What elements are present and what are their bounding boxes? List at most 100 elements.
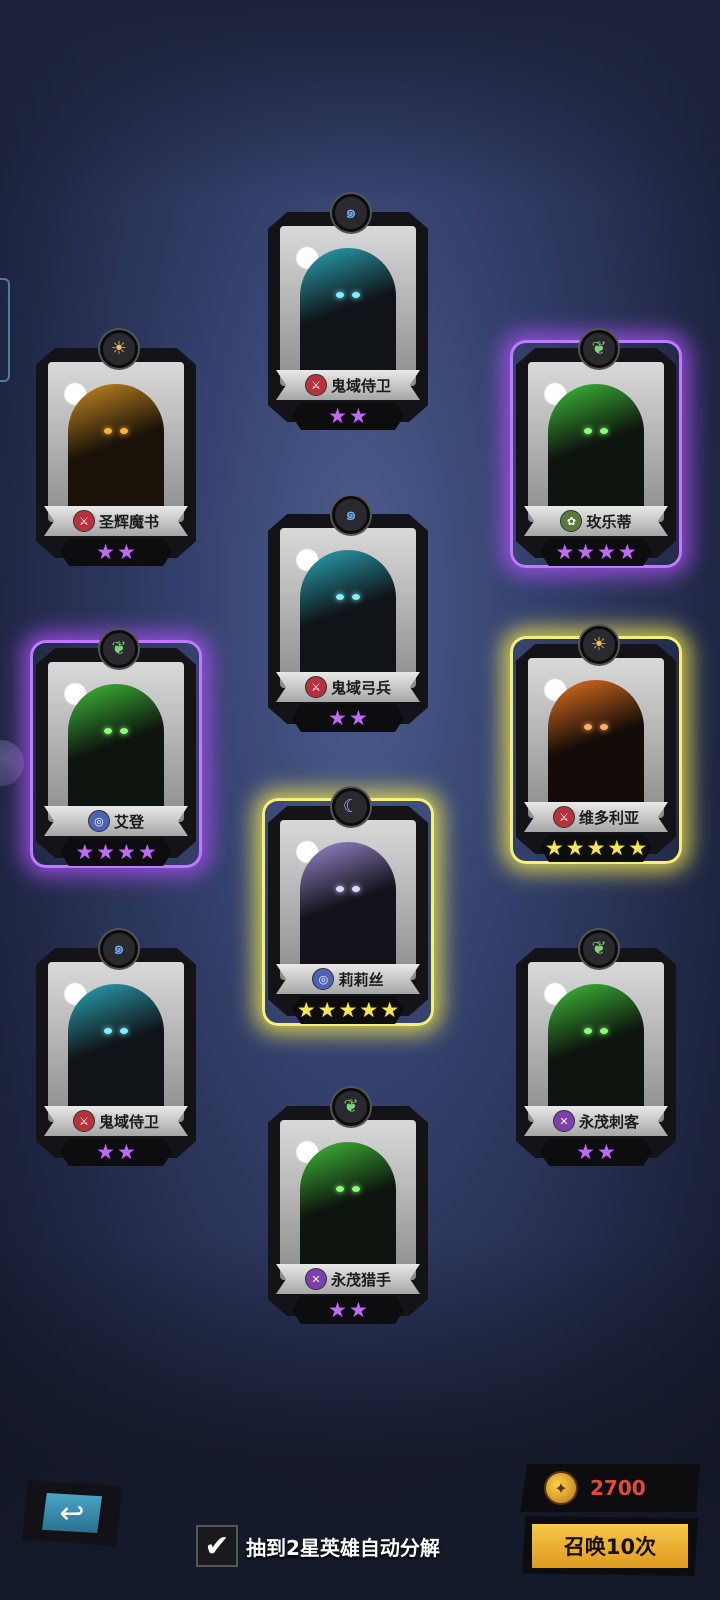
star-icon: ★ — [555, 540, 575, 564]
hero-nameplate: ✿ 玫乐蒂 — [524, 506, 668, 536]
star-icon: ★ — [117, 840, 136, 864]
sun-icon: ☀ — [100, 330, 138, 368]
star-icon: ★ — [586, 836, 606, 860]
hero-silhouette — [548, 384, 644, 522]
star-icon: ★ — [607, 836, 627, 860]
auto-decompose-toggle[interactable]: ✔ 抽到2星英雄自动分解 — [196, 1525, 440, 1567]
hero-card[interactable]: ❦ ✕ 永茂猎手 ★ ★ — [262, 1088, 434, 1338]
hero-silhouette — [68, 384, 164, 522]
background-top — [0, 0, 720, 200]
sword-icon: ⚔ — [72, 1110, 95, 1132]
swirl-icon: ๑ — [100, 930, 138, 968]
hero-star-rating: ★ ★ — [262, 1298, 434, 1322]
hero-star-rating: ★ ★ ★ ★ — [30, 840, 202, 864]
hero-eye — [120, 728, 128, 734]
forest-icon: ✿ — [560, 510, 583, 532]
star-icon: ★ — [349, 706, 368, 730]
hero-silhouette — [300, 248, 396, 386]
hero-name: 莉莉丝 — [338, 970, 384, 989]
hero-star-rating: ★ ★ — [510, 1140, 682, 1164]
star-icon: ★ — [576, 1140, 595, 1164]
hero-eye — [336, 1186, 344, 1192]
hero-silhouette — [548, 680, 644, 818]
leaf-icon: ❦ — [580, 930, 618, 968]
hero-eye — [600, 1028, 608, 1034]
hero-card[interactable]: ❦ ◎ 艾登 ★ ★ ★ ★ — [30, 630, 202, 880]
side-edge-tab[interactable] — [0, 278, 10, 382]
hero-nameplate: ◎ 艾登 — [44, 806, 188, 836]
hero-eye — [336, 886, 344, 892]
summon-coin-icon: ✦ — [544, 1471, 578, 1505]
hero-name: 永茂刺客 — [578, 1112, 639, 1131]
leaf-icon: ❦ — [332, 1088, 370, 1126]
summon-10-button[interactable]: 召唤10次 — [522, 1516, 698, 1576]
back-button[interactable]: ↩ — [22, 1480, 122, 1546]
hero-star-rating: ★ ★ ★ ★ ★ — [262, 998, 434, 1022]
star-icon: ★ — [349, 404, 368, 428]
hero-card[interactable]: ๑ ⚔ 鬼域侍卫 ★ ★ — [30, 930, 202, 1180]
star-icon: ★ — [380, 998, 400, 1022]
hero-eye — [120, 1028, 128, 1034]
auto-decompose-checkbox[interactable]: ✔ — [196, 1525, 238, 1567]
hero-eye — [352, 886, 360, 892]
swirl-icon: ๑ — [332, 194, 370, 232]
hero-portrait — [280, 528, 416, 688]
orb-icon: ◎ — [87, 810, 110, 832]
hero-eye — [600, 428, 608, 434]
side-floating-bubble[interactable] — [0, 740, 24, 786]
back-arrow-icon: ↩ — [42, 1493, 102, 1533]
hero-eye — [352, 594, 360, 600]
hero-eye — [104, 428, 112, 434]
hero-portrait — [48, 662, 184, 822]
star-icon: ★ — [75, 840, 95, 864]
dagger-icon: ✕ — [304, 1268, 327, 1290]
star-icon: ★ — [349, 1298, 368, 1322]
hero-nameplate: ✕ 永茂猎手 — [276, 1264, 420, 1294]
star-icon: ★ — [565, 836, 585, 860]
hero-silhouette — [548, 984, 644, 1122]
star-icon: ★ — [576, 540, 595, 564]
star-icon: ★ — [96, 840, 115, 864]
hero-eye — [352, 1186, 360, 1192]
hero-eye — [352, 292, 360, 298]
star-icon: ★ — [328, 706, 347, 730]
hero-star-rating: ★ ★ — [262, 404, 434, 428]
summon-10-label: 召唤10次 — [532, 1524, 688, 1568]
hero-card[interactable]: ๑ ⚔ 鬼域弓兵 ★ ★ — [262, 496, 434, 746]
sword-icon: ⚔ — [72, 510, 95, 532]
star-icon: ★ — [617, 540, 637, 564]
star-icon: ★ — [338, 998, 358, 1022]
hero-card[interactable]: ❦ ✕ 永茂刺客 ★ ★ — [510, 930, 682, 1180]
hero-card[interactable]: ☀ ⚔ 圣辉魔书 ★ ★ — [30, 330, 202, 580]
hero-nameplate: ⚔ 维多利亚 — [524, 802, 668, 832]
swirl-icon: ๑ — [332, 496, 370, 534]
hero-nameplate: ⚔ 鬼域侍卫 — [44, 1106, 188, 1136]
hero-portrait — [48, 362, 184, 522]
star-icon: ★ — [628, 836, 648, 860]
hero-eye — [336, 292, 344, 298]
star-icon: ★ — [96, 540, 115, 564]
hero-card[interactable]: ☀ ⚔ 维多利亚 ★ ★ ★ ★ ★ — [510, 626, 682, 876]
orb-icon: ◎ — [312, 968, 335, 990]
hero-nameplate: ◎ 莉莉丝 — [276, 964, 420, 994]
hero-silhouette — [300, 1142, 396, 1280]
hero-eye — [336, 594, 344, 600]
star-icon: ★ — [328, 404, 347, 428]
hero-card[interactable]: ๑ ⚔ 鬼域侍卫 ★ ★ — [262, 194, 434, 444]
hero-silhouette — [300, 842, 396, 980]
hero-star-rating: ★ ★ — [30, 1140, 202, 1164]
sword-icon: ⚔ — [552, 806, 575, 828]
star-icon: ★ — [96, 1140, 115, 1164]
star-icon: ★ — [597, 1140, 616, 1164]
star-icon: ★ — [117, 1140, 136, 1164]
hero-nameplate: ⚔ 圣辉魔书 — [44, 506, 188, 536]
sun-icon: ☀ — [580, 626, 618, 664]
hero-eye — [104, 728, 112, 734]
hero-name: 玫乐蒂 — [586, 512, 632, 531]
hero-nameplate: ⚔ 鬼域弓兵 — [276, 672, 420, 702]
hero-card[interactable]: ☾ ◎ 莉莉丝 ★ ★ ★ ★ ★ — [262, 788, 434, 1038]
star-icon: ★ — [137, 840, 157, 864]
hero-card[interactable]: ❦ ✿ 玫乐蒂 ★ ★ ★ ★ — [510, 330, 682, 580]
hero-portrait — [528, 362, 664, 522]
sword-icon: ⚔ — [304, 676, 327, 698]
